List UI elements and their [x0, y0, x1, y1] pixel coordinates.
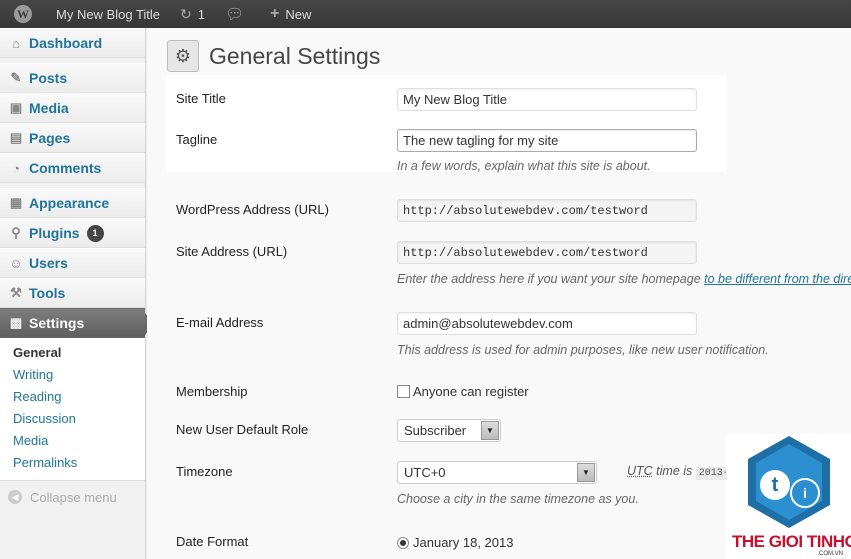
wp-logo-menu[interactable]: W [0, 0, 46, 28]
date-format-option-1[interactable]: January 18, 2013 [397, 535, 513, 550]
speech-bubble-icon: 💬︎ [225, 6, 245, 23]
date-format-label: Date Format [176, 534, 249, 549]
tools-icon: ⚒ [10, 285, 22, 300]
sidebar-item-appearance[interactable]: ▦ Appearance [0, 188, 145, 218]
site-name-link[interactable]: My New Blog Title [46, 0, 170, 28]
admin-bar: W My New Blog Title ↻ 1 💬︎ + New [0, 0, 851, 28]
sidebar-item-plugins[interactable]: ⚲ Plugins 1 [0, 218, 145, 248]
sidebar-item-label: Posts [29, 70, 68, 86]
comment-icon: ◔ [12, 160, 20, 176]
tagline-description: In a few words, explain what this site i… [397, 159, 651, 173]
date-format-option-label: January 18, 2013 [413, 535, 514, 550]
home-icon: ⌂ [12, 35, 20, 51]
pages-icon: ▤ [9, 130, 23, 145]
sidebar-item-posts[interactable]: ✎ Posts [0, 63, 145, 93]
new-label: New [285, 6, 312, 22]
default-role-select[interactable]: Subscriber ▼ [397, 419, 501, 442]
settings-page-icon: ⚙ [167, 40, 199, 72]
collapse-arrow-icon: ◀ [8, 490, 22, 504]
timezone-description: Choose a city in the same timezone as yo… [397, 492, 639, 506]
dropdown-arrow-icon: ▼ [481, 421, 499, 440]
default-role-value: Subscriber [404, 423, 467, 438]
sidebar-item-label: Plugins [29, 225, 80, 241]
page-title: General Settings [209, 42, 381, 69]
site-address-description: Enter the address here if you want your … [397, 272, 851, 286]
sidebar-item-label: Pages [29, 130, 71, 146]
site-address-label: Site Address (URL) [176, 244, 288, 259]
sidebar-item-pages[interactable]: ▤ Pages [0, 123, 145, 153]
settings-icon: ▩ [9, 315, 23, 330]
tagline-label: Tagline [176, 132, 218, 147]
watermark-logo: t i THE GIOI TINHOC .COM.VN [726, 434, 851, 559]
sidebar-item-label: Users [29, 255, 68, 271]
submenu-item-permalinks[interactable]: Permalinks [0, 452, 145, 474]
timezone-label: Timezone [176, 464, 233, 479]
pin-icon: ✎ [10, 70, 22, 85]
submenu-item-discussion[interactable]: Discussion [0, 408, 145, 430]
wordpress-logo-icon: W [14, 5, 32, 23]
users-icon: ☺ [9, 255, 23, 271]
updates-count: 1 [197, 6, 206, 22]
sidebar-item-label: Tools [29, 285, 66, 301]
watermark-brand: THE GIOI TINHOC [732, 532, 851, 551]
collapse-menu-button[interactable]: ◀ Collapse menu [0, 481, 145, 513]
email-description: This address is used for admin purposes,… [397, 343, 769, 357]
site-name-label: My New Blog Title [56, 6, 161, 22]
submenu-item-general[interactable]: General [0, 342, 145, 364]
sidebar-item-label: Settings [29, 315, 85, 331]
admin-sidebar: ⌂ Dashboard ✎ Posts ▣ Media ▤ Pages ◔ Co… [0, 28, 155, 559]
site-address-description-text: Enter the address here if you want your … [397, 272, 701, 286]
media-icon: ▣ [9, 100, 23, 115]
comments-link[interactable]: 💬︎ [215, 0, 260, 28]
tagline-input[interactable]: The new tagling for my site [397, 129, 697, 152]
sidebar-item-label: Dashboard [29, 35, 103, 51]
email-label: E-mail Address [176, 315, 264, 330]
plugin-icon: ⚲ [11, 225, 21, 240]
wp-address-input[interactable]: http://absolutewebdev.com/testword [397, 199, 697, 222]
timezone-select[interactable]: UTC+0 ▼ [397, 461, 597, 484]
membership-label: Membership [176, 384, 248, 399]
sidebar-item-label: Media [29, 100, 69, 116]
submenu-item-media[interactable]: Media [0, 430, 145, 452]
sidebar-item-comments[interactable]: ◔ Comments [0, 153, 145, 183]
sidebar-item-label: Comments [29, 160, 102, 176]
membership-checkbox-row[interactable]: Anyone can register [397, 384, 529, 399]
sidebar-item-tools[interactable]: ⚒ Tools [0, 278, 145, 308]
site-address-help-link[interactable]: to be different from the direct [704, 272, 851, 286]
refresh-icon: ↻ [180, 5, 192, 22]
watermark-domain: .COM.VN [817, 551, 843, 557]
email-input[interactable]: admin@absolutewebdev.com [397, 312, 697, 335]
site-address-input[interactable]: http://absolutewebdev.com/testword [397, 241, 697, 264]
sidebar-item-media[interactable]: ▣ Media [0, 93, 145, 123]
new-content-link[interactable]: + New [260, 0, 321, 28]
submenu-item-reading[interactable]: Reading [0, 386, 145, 408]
plus-icon: + [270, 5, 280, 22]
plugins-update-badge: 1 [86, 224, 104, 242]
submenu-item-writing[interactable]: Writing [0, 364, 145, 386]
page-header: ⚙ General Settings [167, 40, 380, 72]
utc-time-text: time is [652, 464, 696, 478]
appearance-icon: ▦ [9, 195, 23, 210]
membership-checkbox-label: Anyone can register [413, 384, 529, 399]
sidebar-item-users[interactable]: ☺ Users [0, 248, 145, 278]
sidebar-item-dashboard[interactable]: ⌂ Dashboard [0, 28, 145, 58]
settings-submenu: General Writing Reading Discussion Media… [0, 338, 145, 481]
updates-link[interactable]: ↻ 1 [170, 0, 215, 28]
default-role-label: New User Default Role [176, 422, 309, 437]
membership-checkbox[interactable] [397, 385, 410, 398]
timezone-value: UTC+0 [404, 465, 446, 480]
site-title-input[interactable]: My New Blog Title [397, 88, 697, 111]
collapse-menu-label: Collapse menu [30, 489, 117, 505]
letter-t-icon: t [760, 470, 790, 500]
radio-selected-icon[interactable] [397, 536, 409, 549]
globe-icon: i [790, 478, 820, 508]
sidebar-item-settings[interactable]: ▩ Settings [0, 308, 155, 338]
utc-abbr: UTC [627, 464, 653, 478]
wp-address-label: WordPress Address (URL) [176, 202, 329, 217]
sidebar-item-label: Appearance [29, 195, 110, 211]
site-title-label: Site Title [176, 91, 226, 106]
dropdown-arrow-icon: ▼ [577, 463, 595, 482]
